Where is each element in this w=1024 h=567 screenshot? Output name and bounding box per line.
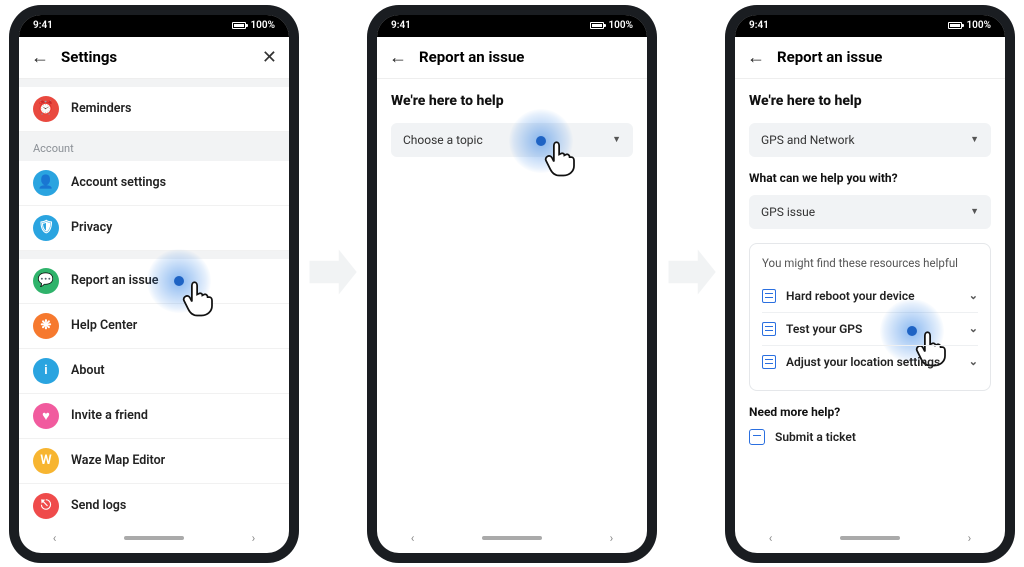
row-label: Account settings bbox=[71, 175, 166, 190]
chevron-down-icon: ▼ bbox=[612, 134, 621, 145]
phone-frame-2: 9:41 100% ← Report an issue We're here t… bbox=[367, 5, 657, 563]
nav-home-icon[interactable] bbox=[124, 536, 184, 540]
row-label: Send logs bbox=[71, 498, 126, 513]
status-battery: 100% bbox=[966, 20, 991, 31]
settings-row-account[interactable]: 👤 Account settings bbox=[19, 161, 289, 206]
resource-label: Adjust your location settings bbox=[786, 355, 940, 369]
nav-home-icon[interactable] bbox=[482, 536, 542, 540]
page-title: Report an issue bbox=[419, 48, 524, 66]
close-icon[interactable]: ✕ bbox=[262, 47, 277, 68]
sub-question-label: What can we help you with? bbox=[749, 171, 991, 185]
subtopic-select[interactable]: GPS issue ▼ bbox=[749, 195, 991, 229]
document-icon bbox=[762, 289, 776, 303]
settings-row-send-logs[interactable]: ⎋ Send logs bbox=[19, 484, 289, 523]
settings-row-privacy[interactable]: 🛡 Privacy bbox=[19, 206, 289, 251]
document-icon bbox=[762, 322, 776, 336]
topic-select[interactable]: Choose a topic ▼ bbox=[391, 123, 633, 157]
battery-icon bbox=[590, 22, 604, 29]
phone-frame-3: 9:41 100% ← Report an issue We're here t… bbox=[725, 5, 1015, 563]
resources-heading: You might find these resources helpful bbox=[762, 256, 978, 270]
row-label: Waze Map Editor bbox=[71, 453, 165, 468]
row-label: Reminders bbox=[71, 101, 131, 116]
row-label: About bbox=[71, 363, 105, 378]
resource-adjust-location[interactable]: Adjust your location settings ⌄ bbox=[762, 345, 978, 378]
app-header: ← Settings ✕ bbox=[19, 37, 289, 79]
settings-row-map-editor[interactable]: W Waze Map Editor bbox=[19, 439, 289, 484]
submit-label: Submit a ticket bbox=[775, 430, 856, 444]
nav-home-icon[interactable] bbox=[840, 536, 900, 540]
nav-back-icon[interactable]: ‹ bbox=[769, 531, 773, 545]
status-battery: 100% bbox=[250, 20, 275, 31]
chevron-down-icon: ▼ bbox=[970, 134, 979, 145]
settings-row-report-issue[interactable]: 💬 Report an issue bbox=[19, 259, 289, 304]
resources-card: You might find these resources helpful H… bbox=[749, 243, 991, 391]
section-label-account: Account bbox=[19, 132, 289, 161]
nav-recent-icon[interactable]: › bbox=[610, 531, 614, 545]
status-bar: 9:41 100% bbox=[377, 15, 647, 37]
android-nav-bar: ‹ › bbox=[19, 523, 289, 553]
nav-back-icon[interactable]: ‹ bbox=[53, 531, 57, 545]
need-more-help-label: Need more help? bbox=[749, 405, 991, 419]
app-header: ← Report an issue bbox=[377, 37, 647, 79]
chevron-down-icon: ⌄ bbox=[969, 289, 978, 302]
page-title: Settings bbox=[61, 48, 117, 66]
invite-icon: ♥ bbox=[33, 403, 59, 429]
about-icon: i bbox=[33, 358, 59, 384]
app-header: ← Report an issue bbox=[735, 37, 1005, 79]
select-value: GPS issue bbox=[761, 205, 815, 219]
status-bar: 9:41 100% bbox=[19, 15, 289, 37]
settings-row-about[interactable]: i About bbox=[19, 349, 289, 394]
back-icon[interactable]: ← bbox=[389, 47, 407, 68]
settings-row-reminders[interactable]: ⏰ Reminders bbox=[19, 87, 289, 132]
row-label: Help Center bbox=[71, 318, 137, 333]
resource-hard-reboot[interactable]: Hard reboot your device ⌄ bbox=[762, 280, 978, 312]
status-battery: 100% bbox=[608, 20, 633, 31]
resource-label: Hard reboot your device bbox=[786, 289, 915, 303]
battery-icon bbox=[948, 22, 962, 29]
settings-row-help-center[interactable]: ❋ Help Center bbox=[19, 304, 289, 349]
row-label: Invite a friend bbox=[71, 408, 148, 423]
submit-ticket-button[interactable]: Submit a ticket bbox=[749, 429, 991, 445]
help-center-icon: ❋ bbox=[33, 313, 59, 339]
nav-recent-icon[interactable]: › bbox=[968, 531, 972, 545]
status-time: 9:41 bbox=[391, 20, 411, 31]
tap-indicator bbox=[509, 109, 573, 173]
report-icon: 💬 bbox=[33, 268, 59, 294]
help-heading: We're here to help bbox=[749, 93, 991, 109]
row-label: Privacy bbox=[71, 220, 112, 235]
status-bar: 9:41 100% bbox=[735, 15, 1005, 37]
chevron-down-icon: ⌄ bbox=[969, 355, 978, 368]
chevron-down-icon: ⌄ bbox=[969, 322, 978, 335]
resource-label: Test your GPS bbox=[786, 322, 862, 336]
back-icon[interactable]: ← bbox=[31, 47, 49, 68]
help-heading: We're here to help bbox=[391, 93, 633, 109]
battery-icon bbox=[232, 22, 246, 29]
nav-recent-icon[interactable]: › bbox=[252, 531, 256, 545]
flow-arrow-icon bbox=[305, 245, 359, 299]
page-title: Report an issue bbox=[777, 48, 882, 66]
chevron-down-icon: ▼ bbox=[970, 206, 979, 217]
select-placeholder: Choose a topic bbox=[403, 133, 483, 147]
account-icon: 👤 bbox=[33, 170, 59, 196]
row-label: Report an issue bbox=[71, 273, 159, 288]
settings-row-invite[interactable]: ♥ Invite a friend bbox=[19, 394, 289, 439]
nav-back-icon[interactable]: ‹ bbox=[411, 531, 415, 545]
android-nav-bar: ‹ › bbox=[377, 523, 647, 553]
select-value: GPS and Network bbox=[761, 133, 855, 147]
status-time: 9:41 bbox=[749, 20, 769, 31]
send-logs-icon: ⎋ bbox=[33, 493, 59, 519]
reminders-icon: ⏰ bbox=[33, 96, 59, 122]
document-icon bbox=[762, 355, 776, 369]
back-icon[interactable]: ← bbox=[747, 47, 765, 68]
map-editor-icon: W bbox=[33, 448, 59, 474]
resource-test-gps[interactable]: Test your GPS ⌄ bbox=[762, 312, 978, 345]
status-time: 9:41 bbox=[33, 20, 53, 31]
phone-frame-1: 9:41 100% ← Settings ✕ ⏰ Reminders Accou… bbox=[9, 5, 299, 563]
flow-arrow-icon bbox=[664, 245, 718, 299]
privacy-icon: 🛡 bbox=[33, 215, 59, 241]
topic-select[interactable]: GPS and Network ▼ bbox=[749, 123, 991, 157]
ticket-icon bbox=[749, 429, 765, 445]
android-nav-bar: ‹ › bbox=[735, 523, 1005, 553]
